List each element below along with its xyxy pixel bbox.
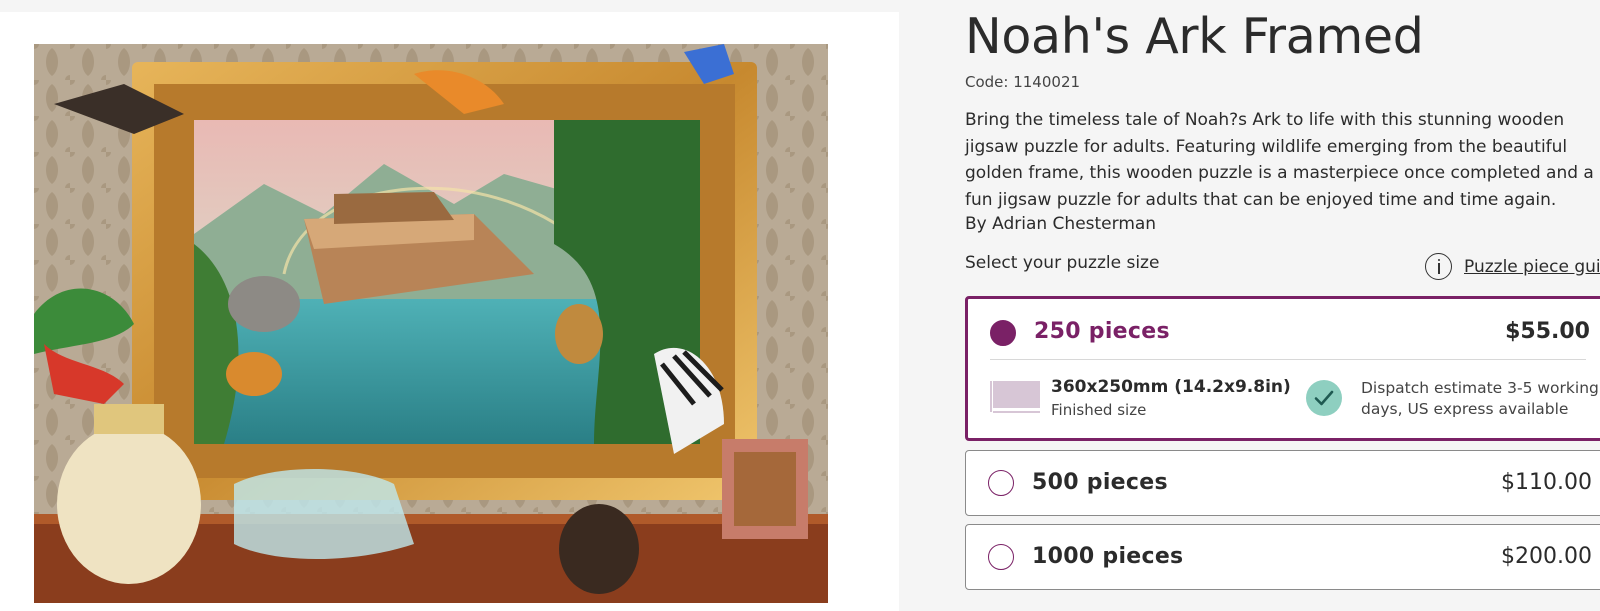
option-price: $200.00 bbox=[1501, 544, 1592, 569]
option-price: $55.00 bbox=[1505, 319, 1590, 344]
size-option-500[interactable]: 500 pieces $110.00 bbox=[965, 450, 1600, 516]
radio-selected[interactable] bbox=[990, 320, 1016, 346]
radio-unselected[interactable] bbox=[988, 544, 1014, 570]
size-option-250[interactable]: 250 pieces $55.00 360x250mm (14.2x9.8in)… bbox=[965, 296, 1600, 441]
product-author: By Adrian Chesterman bbox=[965, 214, 1157, 234]
dispatch-estimate: Dispatch estimate 3-5 working days, US e… bbox=[1361, 379, 1599, 418]
product-image[interactable] bbox=[34, 44, 828, 603]
puzzle-piece-guide-link[interactable]: Puzzle piece guide bbox=[1425, 253, 1600, 280]
option-price: $110.00 bbox=[1501, 470, 1592, 495]
finished-size-caption: Finished size bbox=[1051, 401, 1147, 419]
option-pieces: 1000 pieces bbox=[1032, 544, 1184, 569]
check-icon bbox=[1306, 380, 1342, 416]
product-gallery bbox=[0, 12, 899, 611]
option-pieces: 500 pieces bbox=[1032, 470, 1168, 495]
guide-link-text[interactable]: Puzzle piece guide bbox=[1464, 257, 1600, 277]
product-code: Code: 1140021 bbox=[965, 73, 1081, 91]
product-details: Noah's Ark Framed Code: 1140021 Bring th… bbox=[965, 0, 1600, 611]
product-title: Noah's Ark Framed bbox=[965, 8, 1424, 65]
info-icon bbox=[1425, 253, 1452, 280]
option-divider bbox=[990, 359, 1586, 360]
puzzle-artwork-image bbox=[34, 44, 828, 603]
size-option-1000[interactable]: 1000 pieces $200.00 bbox=[965, 524, 1600, 590]
finished-dimensions: 360x250mm (14.2x9.8in) bbox=[1051, 377, 1291, 397]
option-pieces: 250 pieces bbox=[1034, 319, 1170, 344]
size-selector-label: Select your puzzle size bbox=[965, 253, 1160, 273]
product-description: Bring the timeless tale of Noah?s Ark to… bbox=[965, 110, 1594, 210]
radio-unselected[interactable] bbox=[988, 470, 1014, 496]
finished-size-icon bbox=[990, 381, 1040, 413]
